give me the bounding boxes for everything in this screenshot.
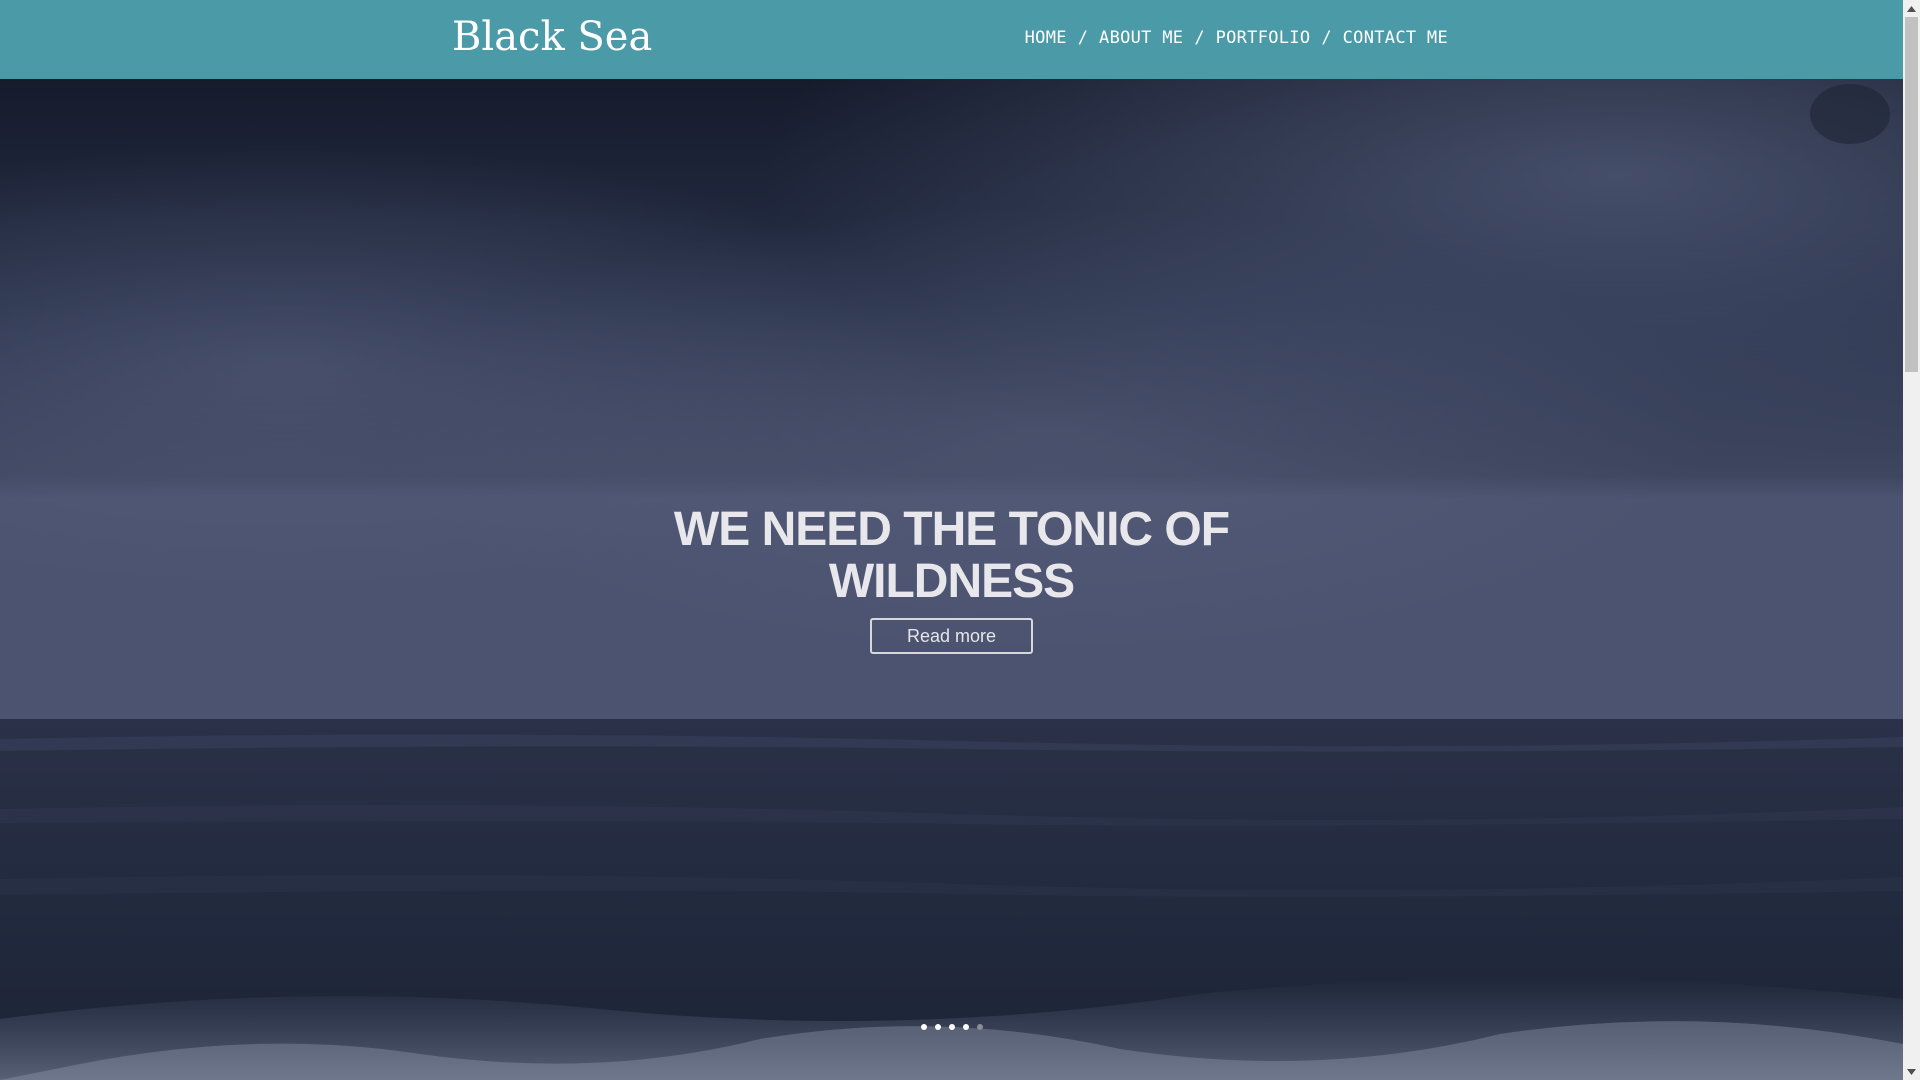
- nav-portfolio[interactable]: PORTFOLIO: [1216, 28, 1311, 48]
- scroll-down-icon[interactable]: [1903, 1063, 1920, 1080]
- site-logo[interactable]: Black Sea: [452, 14, 652, 60]
- slider-dot[interactable]: [920, 1024, 927, 1030]
- nav-separator: /: [1077, 28, 1089, 48]
- scrollbar-thumb[interactable]: [1905, 17, 1918, 372]
- nav-home[interactable]: HOME: [1025, 28, 1067, 48]
- vertical-scrollbar[interactable]: [1903, 0, 1920, 1080]
- read-more-button[interactable]: Read more: [870, 618, 1033, 654]
- nav-about-me[interactable]: ABOUT ME: [1099, 28, 1183, 48]
- hero-headline: WE NEED THE TONIC OF WILDNESS: [673, 503, 1230, 608]
- slider-dot[interactable]: [948, 1024, 955, 1030]
- scroll-up-icon[interactable]: [1903, 0, 1920, 17]
- slider-dot-active[interactable]: [976, 1024, 983, 1030]
- site-header: Black Sea HOME / ABOUT ME / PORTFOLIO / …: [0, 0, 1903, 79]
- slider-dot[interactable]: [962, 1024, 969, 1030]
- nav-separator: /: [1321, 28, 1332, 48]
- nav-contact-me[interactable]: CONTACT ME: [1343, 28, 1448, 48]
- slider-dot[interactable]: [934, 1024, 941, 1030]
- page: Black Sea HOME / ABOUT ME / PORTFOLIO / …: [0, 0, 1920, 1080]
- hero-slider: WE NEED THE TONIC OF WILDNESS Read more: [0, 79, 1903, 1080]
- nav-separator: /: [1194, 28, 1205, 48]
- main-nav: HOME / ABOUT ME / PORTFOLIO / CONTACT ME: [1025, 28, 1448, 48]
- slider-pagination: [0, 1024, 1903, 1030]
- hero-caption: WE NEED THE TONIC OF WILDNESS Read more: [0, 504, 1903, 654]
